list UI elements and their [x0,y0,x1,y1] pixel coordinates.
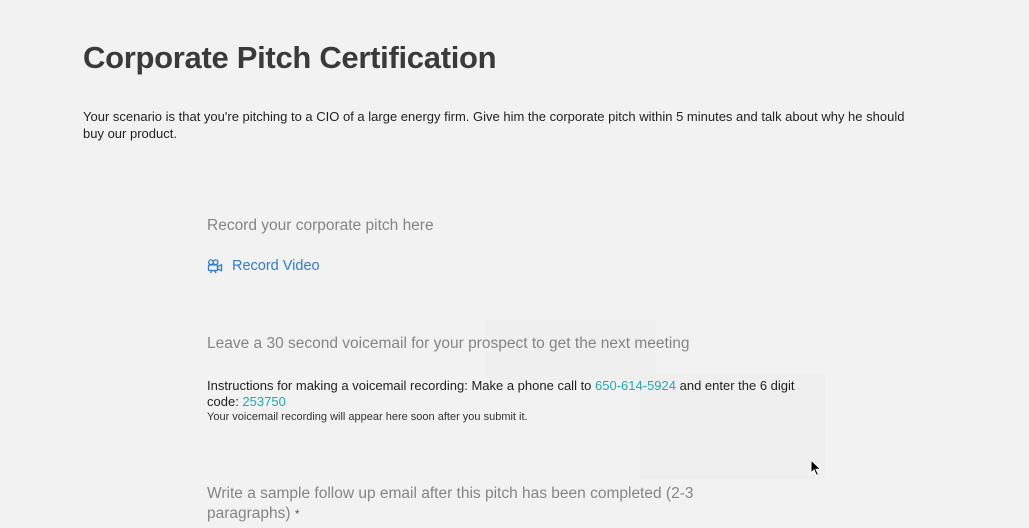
mouse-cursor-icon [810,458,822,482]
required-asterisk: * [294,507,300,521]
voicemail-code: 253750 [242,394,286,409]
video-camera-icon [207,258,224,274]
instructions-prefix: Instructions for making a voicemail reco… [207,378,596,393]
page-title: Corporate Pitch Certification [83,40,497,75]
voicemail-note: Your voicemail recording will appear her… [207,411,528,423]
record-video-label: Record Video [232,258,320,274]
voicemail-section-label: Leave a 30 second voicemail for your pro… [207,335,690,352]
record-video-button[interactable]: Record Video [207,258,320,274]
scenario-description: Your scenario is that you're pitching to… [83,109,905,141]
email-section-label: Write a sample follow up email after thi… [207,484,727,524]
record-section-label: Record your corporate pitch here [207,217,434,234]
voicemail-instructions: Instructions for making a voicemail reco… [207,378,797,410]
email-label-text: Write a sample follow up email after thi… [207,485,694,522]
phone-number-link[interactable]: 650-614-5924 [595,378,676,393]
